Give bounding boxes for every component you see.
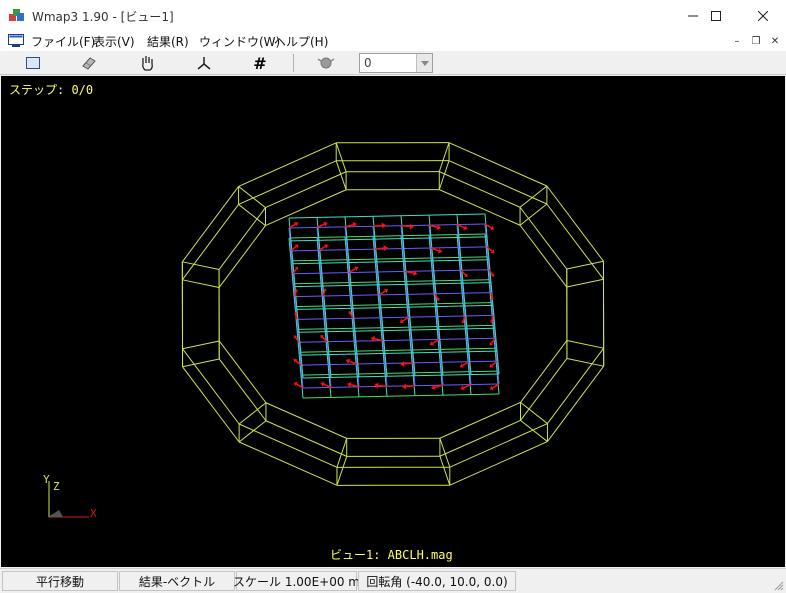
hand-pan-icon — [142, 56, 153, 71]
menu-window[interactable]: ウィンドウ(W) — [199, 33, 280, 50]
outer-ring-wireframe — [181, 142, 605, 486]
status-result: 結果-ベクトル — [119, 571, 235, 591]
menu-help[interactable]: ヘルプ(H) — [274, 33, 328, 50]
mdi-close-button[interactable]: ✕ — [768, 34, 782, 48]
inner-mesh-wireframe — [288, 213, 500, 399]
rotate-icon — [317, 57, 335, 69]
axis-label-z: Z — [53, 480, 60, 493]
toolbar-separator — [293, 54, 294, 72]
menu-view[interactable]: 表示(V) — [93, 33, 135, 50]
menu-result[interactable]: 結果(R) — [147, 33, 189, 50]
title-bar: Wmap3 1.90 - [ビュー1] — [0, 0, 786, 31]
window-title: Wmap3 1.90 - [ビュー1] — [32, 10, 174, 24]
grid-hash-icon: # — [253, 53, 267, 73]
app-icon — [9, 9, 24, 21]
status-scale: スケール 1.00E+00 m — [233, 571, 360, 591]
pan-button[interactable] — [136, 52, 158, 74]
resize-grip-icon[interactable] — [772, 579, 784, 591]
axes-button[interactable] — [193, 52, 215, 74]
rotate-button[interactable] — [315, 52, 337, 74]
step-combo[interactable]: 0 — [359, 53, 433, 73]
mdi-restore-button[interactable]: ❐ — [749, 34, 763, 48]
eraser-icon — [82, 57, 96, 70]
status-mode: 平行移動 — [2, 571, 118, 591]
status-bar: 平行移動 結果-ベクトル スケール 1.00E+00 m 回転角 (-40.0,… — [0, 568, 786, 593]
step-indicator: ステップ: 0/0 — [9, 83, 94, 97]
status-rotation: 回転角 (-40.0, 10.0, 0.0) — [358, 571, 516, 591]
mdi-minimize-button[interactable]: – — [730, 34, 744, 48]
fit-view-button[interactable] — [22, 52, 44, 74]
maximize-icon — [711, 10, 721, 21]
fit-view-icon — [26, 57, 40, 69]
menu-file[interactable]: ファイル(F) — [31, 33, 95, 50]
axis-triad: Y Z X — [43, 473, 97, 520]
toolbar: # 0 — [0, 51, 786, 75]
axes-icon — [197, 57, 211, 70]
eraser-button[interactable] — [78, 52, 100, 74]
model-scene: Y Z X — [43, 142, 605, 520]
close-button[interactable] — [740, 0, 786, 31]
axis-label-x: X — [90, 507, 97, 520]
view-caption: ビュー1: ABCLH.mag — [330, 548, 453, 562]
grid-button[interactable]: # — [249, 52, 271, 74]
step-combo-value: 0 — [364, 56, 372, 70]
axis-label-y: Y — [43, 473, 50, 486]
view-canvas[interactable]: Y Z X ステップ: 0/0 ビュー1: ABCLH.mag — [1, 76, 785, 567]
child-window-icon[interactable] — [8, 34, 24, 47]
close-icon — [758, 10, 768, 21]
menu-bar: ファイル(F) 表示(V) 結果(R) ウィンドウ(W) ヘルプ(H) – ❐ … — [0, 31, 786, 51]
maximize-button[interactable] — [693, 0, 739, 31]
chevron-down-icon[interactable] — [416, 54, 432, 72]
